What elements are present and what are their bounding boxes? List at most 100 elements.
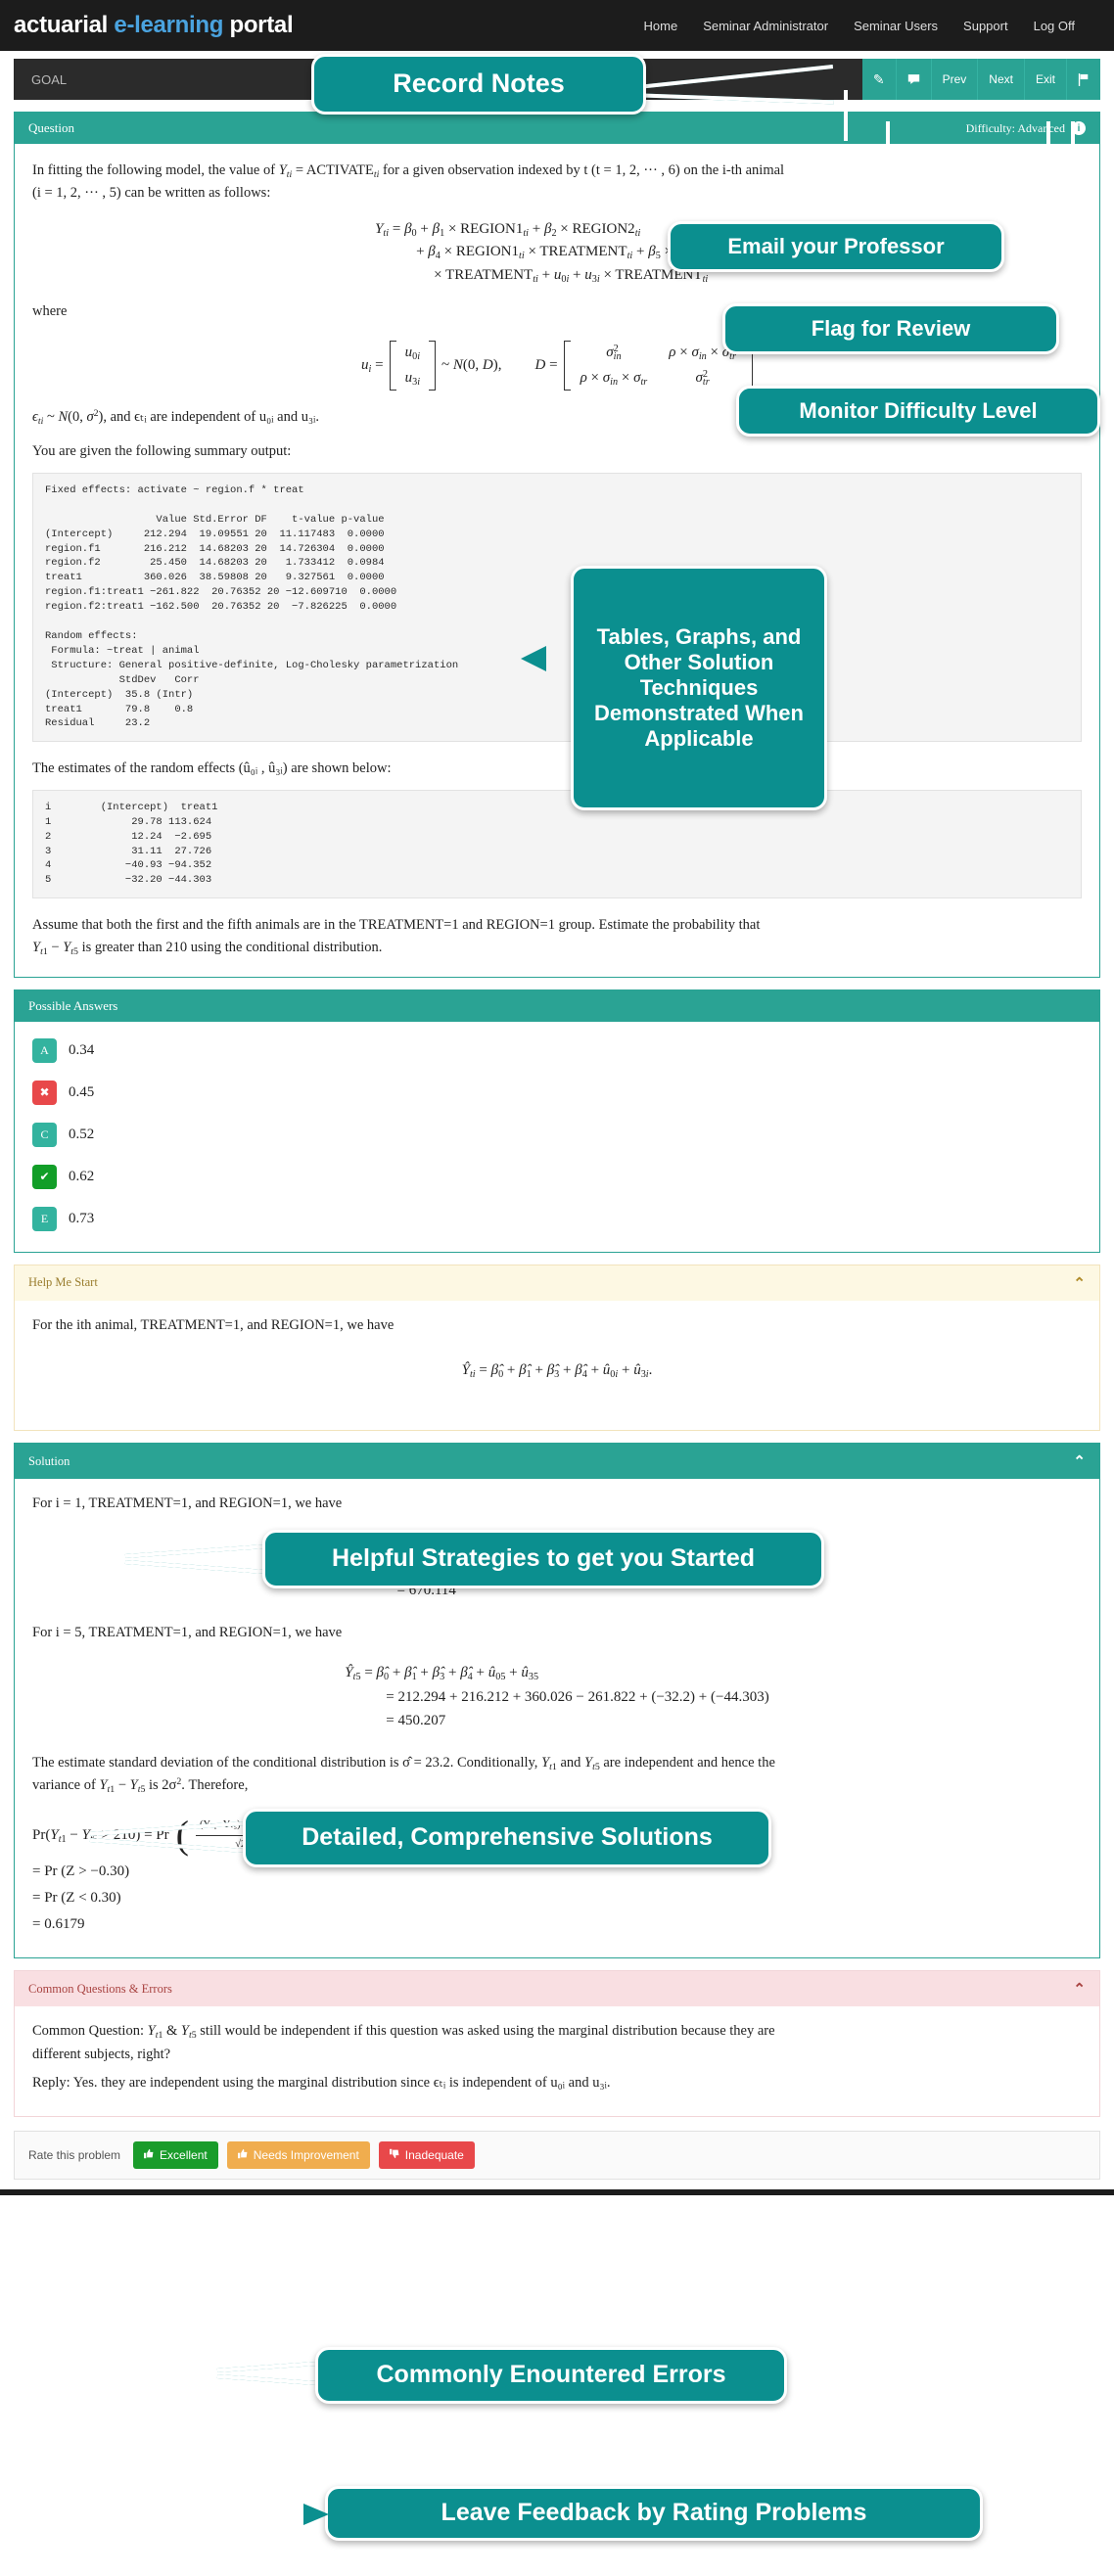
sol-para-a: The estimate standard deviation of the c… — [32, 1754, 542, 1771]
chevron-up-icon-cqe[interactable]: ⌃ — [1073, 1980, 1086, 1998]
callout-monitor-difficulty: Monitor Difficulty Level — [736, 386, 1100, 437]
solution-line-1: For i = 1, TREATMENT=1, and REGION=1, we… — [32, 1495, 343, 1512]
cqe-q-rest: still would be independent if this quest… — [196, 2023, 775, 2040]
top-navbar: actuarial e-learning portal Home Seminar… — [0, 0, 1114, 51]
callout-help-strategies: Helpful Strategies to get you Started — [262, 1530, 824, 1588]
goal-actions: ✎ Prev Next Exit — [861, 59, 1100, 100]
thumbs-up-icon — [144, 2148, 155, 2162]
answer-option-b[interactable]: ✖ 0.45 — [15, 1072, 1099, 1114]
leader-record-notes-3 — [844, 90, 848, 141]
callout-record-notes: Record Notes — [311, 54, 646, 115]
intro-text-c: on the i-th animal — [679, 162, 785, 178]
callout-monitor-difficulty-text: Monitor Difficulty Level — [799, 398, 1038, 424]
next-button[interactable]: Next — [978, 59, 1025, 100]
question-title: Question — [28, 120, 74, 135]
rate-needs-improvement-button[interactable]: Needs Improvement — [226, 2141, 370, 2170]
page-root: actuarial e-learning portal Home Seminar… — [0, 0, 1114, 2541]
rate-excellent-button[interactable]: Excellent — [133, 2141, 218, 2170]
help-me-start-header[interactable]: Help Me Start ⌃ — [15, 1265, 1099, 1301]
question-closing: Assume that both the first and the fifth… — [32, 914, 1082, 959]
callout-detailed-solutions-text: Detailed, Comprehensive Solutions — [302, 1823, 713, 1852]
rate-needs-improvement-label: Needs Improvement — [253, 2148, 359, 2163]
solution-header[interactable]: Solution ⌃ — [15, 1444, 1099, 1480]
callout-flag-for-review: Flag for Review — [722, 303, 1059, 354]
callout-email-professor: Email your Professor — [668, 221, 1004, 272]
answer-option-a[interactable]: A 0.34 — [15, 1030, 1099, 1072]
leader-monitor-difficulty-1 — [1071, 121, 1075, 388]
chevron-up-icon-solution[interactable]: ⌃ — [1073, 1452, 1086, 1470]
leader-common-errors-1 — [216, 2361, 325, 2372]
difficulty-area: Difficulty: Advanced i — [966, 121, 1086, 136]
closing-math: Yt1 − Yt5 — [32, 939, 78, 957]
stem-leave-feedback — [303, 2504, 329, 2525]
answer-option-e[interactable]: E 0.73 — [15, 1198, 1099, 1240]
callout-tables-graphs-text: Tables, Graphs, and Other Solution Techn… — [594, 624, 804, 751]
callout-common-errors: Commonly Enountered Errors — [315, 2347, 787, 2404]
nav-item-seminar-administrator[interactable]: Seminar Administrator — [703, 19, 828, 33]
answers-panel-header: Possible Answers — [15, 989, 1099, 1022]
top-nav-links: Home Seminar Administrator Seminar Users… — [644, 19, 1101, 33]
answer-option-c[interactable]: C 0.52 — [15, 1114, 1099, 1156]
prev-button[interactable]: Prev — [932, 59, 979, 100]
answer-key-e: E — [32, 1206, 57, 1231]
pencil-icon[interactable]: ✎ — [862, 59, 897, 100]
intro-math-t: t (t = 1, 2, ··· , 6) — [583, 162, 680, 178]
solution-equation-2: Ŷt5 = β̂0 + β̂1 + β̂3 + β̂4 + û05 + û35 … — [32, 1661, 1082, 1732]
answer-value-c: 0.52 — [69, 1126, 95, 1142]
sol-para-d: variance of — [32, 1777, 100, 1794]
callout-common-errors-text: Commonly Enountered Errors — [376, 2361, 726, 2389]
stem-tables-graphs — [521, 646, 546, 671]
cqe-title: Common Questions & Errors — [28, 1981, 172, 1996]
callout-email-professor-text: Email your Professor — [727, 234, 945, 259]
cqe-question: Common Question: Yt1 & Yt5 still would b… — [32, 2023, 775, 2062]
cqe-reply: Reply: Yes. they are independent using t… — [32, 2075, 611, 2092]
answer-option-d[interactable]: ✔ 0.62 — [15, 1156, 1099, 1198]
summary-output-label: You are given the following summary outp… — [32, 443, 292, 460]
thumbs-side-icon — [237, 2148, 249, 2162]
help-line-1: For the ith animal, TREATMENT=1, and REG… — [32, 1316, 395, 1333]
possible-answers-panel: Possible Answers A 0.34 ✖ 0.45 C 0.52 ✔ … — [14, 989, 1100, 1253]
callout-tables-graphs: Tables, Graphs, and Other Solution Techn… — [571, 566, 827, 810]
intro-math-y: Yti = ACTIVATEti — [278, 162, 380, 180]
exit-button[interactable]: Exit — [1025, 59, 1067, 100]
sol-para-c: are independent and hence the — [599, 1754, 775, 1771]
solution-line-2: For i = 5, TREATMENT=1, and REGION=1, we… — [32, 1625, 343, 1641]
flag-icon[interactable] — [1067, 59, 1100, 100]
rate-excellent-label: Excellent — [160, 2148, 208, 2163]
callout-detailed-solutions: Detailed, Comprehensive Solutions — [243, 1809, 771, 1867]
brand-text-3: portal — [223, 12, 294, 38]
nav-item-log-off[interactable]: Log Off — [1034, 19, 1075, 33]
question-panel-header: Question Difficulty: Advanced i — [15, 113, 1099, 144]
intro-text-a: In fitting the following model, the valu… — [32, 162, 279, 178]
solution-paragraph: The estimate standard deviation of the c… — [32, 1754, 775, 1796]
chevron-up-icon-help[interactable]: ⌃ — [1073, 1274, 1086, 1292]
rate-inadequate-label: Inadequate — [404, 2148, 464, 2163]
brand-logo[interactable]: actuarial e-learning portal — [14, 12, 294, 39]
epsilon-text: , and ϵₜᵢ are independent of u₀ᵢ and u₃ᵢ… — [103, 409, 320, 426]
solution-section: Solution ⌃ For i = 1, TREATMENT=1, and R… — [14, 1443, 1100, 1959]
answer-value-e: 0.73 — [69, 1210, 95, 1226]
random-effects-caption: The estimates of the random effects (û₀ᵢ… — [32, 760, 392, 777]
note-icon[interactable] — [897, 59, 932, 100]
nav-item-support[interactable]: Support — [963, 19, 1008, 33]
nav-item-seminar-users[interactable]: Seminar Users — [854, 19, 938, 33]
help-equation: Ŷti = β̂0 + β̂1 + β̂3 + β̂4 + û0i + û3i. — [461, 1361, 653, 1380]
pencil-glyph: ✎ — [872, 71, 885, 87]
rate-inadequate-button[interactable]: Inadequate — [378, 2141, 475, 2170]
answer-key-a: A — [32, 1037, 57, 1063]
probability-z-line-3: = 0.6179 — [32, 1916, 85, 1933]
rate-label: Rate this problem — [28, 2148, 121, 2163]
fixed-effects-output: Fixed effects: activate ~ region.f * tre… — [32, 472, 1082, 743]
sol-para-f: . Therefore, — [181, 1777, 249, 1794]
goal-label: GOAL — [31, 71, 68, 87]
help-me-start-title: Help Me Start — [28, 1275, 98, 1290]
nav-item-home[interactable]: Home — [644, 19, 678, 33]
cqe-q-prefix: Common Question: — [32, 2023, 148, 2040]
speech-bubble-icon — [907, 74, 919, 84]
intro-text-d: can be written as follows: — [120, 185, 271, 202]
solution-title: Solution — [28, 1453, 70, 1468]
cqe-header[interactable]: Common Questions & Errors ⌃ — [15, 1971, 1099, 2007]
closing-text-1: Assume that both the first and the fifth… — [32, 917, 761, 934]
callout-record-notes-text: Record Notes — [393, 69, 565, 99]
intro-text-b: for a given observation indexed by — [379, 162, 584, 178]
